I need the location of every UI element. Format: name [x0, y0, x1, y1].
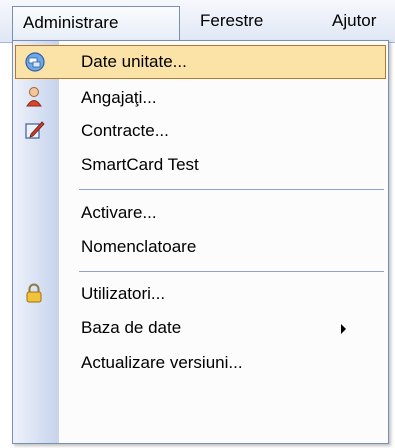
menu-item-label: Date unitate... — [81, 52, 187, 71]
menu-ajutor[interactable]: Ajutor — [318, 6, 395, 36]
menu-item-label: Nomenclatoare — [81, 237, 197, 256]
edit-document-icon — [25, 121, 45, 139]
administrare-dropdown: Date unitate... Angajaţi... Contracte...… — [12, 40, 389, 444]
menu-item-label: SmartCard Test — [81, 155, 199, 174]
menu-item-label: Activare... — [81, 203, 157, 222]
menu-item-label: Contracte... — [81, 121, 169, 140]
menu-separator — [79, 189, 384, 190]
menu-administrare[interactable]: Administrare — [12, 6, 180, 40]
lock-icon — [26, 283, 42, 303]
menu-bar: Administrare Ferestre Ajutor — [0, 0, 395, 43]
submenu-arrow-icon — [341, 324, 346, 334]
menu-item-actualizare-versiuni[interactable]: Actualizare versiuni... — [15, 346, 386, 380]
menu-item-utilizatori[interactable]: Utilizatori... — [15, 277, 386, 311]
menu-item-angajati[interactable]: Angajaţi... — [15, 81, 386, 115]
menu-item-label: Angajaţi... — [81, 88, 157, 107]
user-icon — [26, 87, 42, 107]
menu-item-baza-de-date[interactable]: Baza de date — [15, 311, 386, 345]
menu-item-label: Actualizare versiuni... — [81, 353, 243, 372]
menu-item-date-unitate[interactable]: Date unitate... — [15, 45, 386, 79]
menu-item-smartcard-test[interactable]: SmartCard Test — [15, 148, 386, 182]
menu-ferestre[interactable]: Ferestre — [186, 6, 277, 36]
menu-item-contracte[interactable]: Contracte... — [15, 114, 386, 148]
menu-item-label: Utilizatori... — [81, 284, 166, 303]
menu-separator — [79, 271, 384, 272]
menu-item-label: Baza de date — [81, 318, 182, 337]
menu-item-activare[interactable]: Activare... — [15, 196, 386, 230]
database-icon — [25, 52, 45, 72]
menu-item-nomenclatoare[interactable]: Nomenclatoare — [15, 230, 386, 264]
